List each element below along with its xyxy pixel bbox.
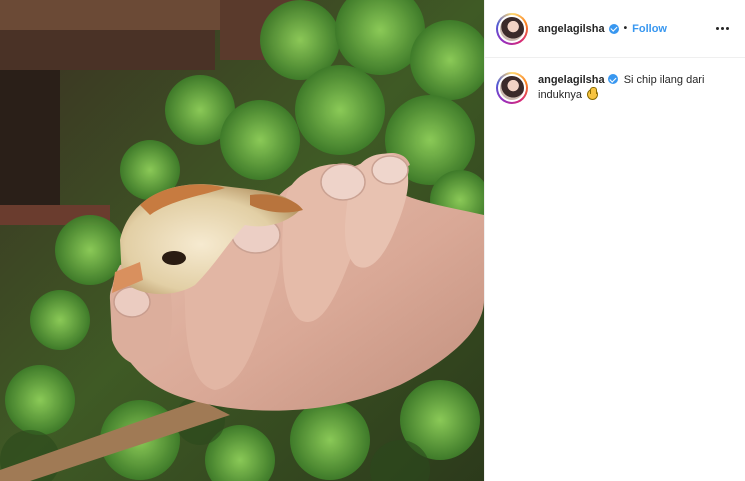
post-photo-graphic <box>0 0 484 481</box>
header-separator: • <box>623 23 628 34</box>
caption-comment: angelagilsha Si chip ilang dari induknya <box>485 58 745 104</box>
caption-username[interactable]: angelagilsha <box>538 74 605 86</box>
caption-body: angelagilsha Si chip ilang dari induknya <box>538 72 728 104</box>
instagram-post: angelagilsha • Follow angelagilsha Si ch… <box>0 0 745 481</box>
header-username[interactable]: angelagilsha <box>538 23 605 35</box>
follow-button[interactable]: Follow <box>632 23 667 35</box>
caption-avatar-image <box>500 76 524 100</box>
post-side-panel: angelagilsha • Follow angelagilsha Si ch… <box>484 0 745 481</box>
caption-verified-badge-icon <box>607 74 618 84</box>
more-options-icon[interactable] <box>712 23 733 34</box>
header-user: angelagilsha • Follow <box>538 23 667 35</box>
verified-badge-icon <box>608 23 619 34</box>
avatar-image <box>500 16 524 41</box>
post-photo[interactable] <box>0 0 484 481</box>
caption-avatar[interactable] <box>496 72 528 104</box>
emoji-icon <box>587 87 599 100</box>
post-header: angelagilsha • Follow <box>485 0 745 58</box>
avatar[interactable] <box>496 12 528 45</box>
